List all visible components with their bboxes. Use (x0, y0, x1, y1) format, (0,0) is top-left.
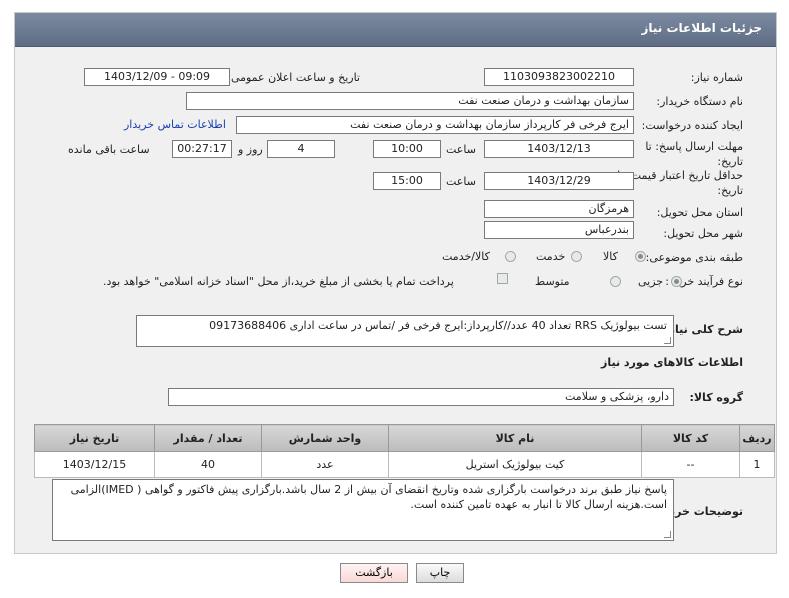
province-label: استان محل تحویل: (656, 206, 743, 219)
province-field: هرمزگان (484, 200, 634, 218)
description-field: تست بیولوژیک RRS تعداد 40 عدد//کارپرداز:… (136, 315, 674, 347)
buyer-notes-field: پاسخ نیاز طبق برند درخواست بارگزاری شده … (52, 479, 674, 541)
reply-deadline-date-field: 1403/12/13 (484, 140, 634, 158)
remaining-time-label: ساعت باقی مانده (68, 143, 150, 156)
category-radio-goods-service[interactable] (505, 251, 516, 262)
buyer-contact-link[interactable]: اطلاعات تماس خریدار (124, 118, 226, 131)
cell-unit: عدد (261, 451, 389, 478)
buyer-org-field: سازمان بهداشت و درمان صنعت نفت (186, 92, 634, 110)
goods-section-title: اطلاعات کالاهای مورد نیاز (601, 356, 743, 369)
price-validity-time-field: 15:00 (373, 172, 441, 190)
city-field: بندرعباس (484, 221, 634, 239)
table-header-row: ردیف کد کالا نام کالا واحد شمارش تعداد /… (34, 424, 775, 452)
cell-code: -- (641, 451, 740, 478)
category-option-service: خدمت (536, 250, 566, 263)
resize-handle[interactable] (664, 531, 671, 538)
col-header-qty: تعداد / مقدار (154, 424, 262, 452)
need-number-field: 1103093823002210 (484, 68, 634, 86)
category-label: طبقه بندی موضوعی: (645, 251, 743, 264)
reply-deadline-time-label: ساعت (446, 143, 476, 156)
process-radio-medium[interactable] (610, 276, 621, 287)
category-option-goods-service: کالا/خدمت (442, 250, 490, 263)
buyer-org-label: نام دستگاه خریدار: (656, 95, 743, 108)
treasury-payment-note: پرداخت تمام یا بخشی از مبلغ خرید،از محل … (103, 275, 454, 288)
requester-field: ایرج فرخی فر کارپرداز سازمان بهداشت و در… (236, 116, 634, 134)
reply-deadline-label: مهلت ارسال پاسخ: تا تاریخ: (645, 140, 743, 168)
col-header-unit: واحد شمارش (261, 424, 389, 452)
page-title: جزئیات اطلاعات نیاز (641, 21, 762, 35)
announce-datetime-field: 1403/12/09 - 09:09 (84, 68, 230, 86)
category-radio-goods[interactable] (635, 251, 646, 262)
col-header-date: تاریخ نیاز (34, 424, 155, 452)
remaining-days-label: روز و (238, 143, 263, 156)
announce-datetime-label: تاریخ و ساعت اعلان عمومی: (227, 71, 360, 84)
resize-handle[interactable] (664, 337, 671, 344)
cell-row: 1 (739, 451, 775, 478)
requester-label: ایجاد کننده درخواست: (641, 119, 743, 132)
treasury-payment-checkbox[interactable] (497, 273, 508, 284)
process-option-medium: متوسط (535, 275, 570, 288)
col-header-row: ردیف (739, 424, 775, 452)
buyer-notes-text: پاسخ نیاز طبق برند درخواست بارگزاری شده … (70, 483, 667, 511)
description-label: شرح کلی نیاز: (664, 323, 743, 336)
process-option-minor: جزیی (638, 275, 664, 288)
col-header-name: نام کالا (388, 424, 642, 452)
print-button[interactable]: چاپ (416, 563, 464, 583)
price-validity-date-field: 1403/12/29 (484, 172, 634, 190)
table-row[interactable]: 1 -- کیت بیولوژیک استریل عدد 40 1403/12/… (34, 451, 775, 478)
cell-name: کیت بیولوژیک استریل (388, 451, 642, 478)
category-radio-service[interactable] (571, 251, 582, 262)
goods-table: ردیف کد کالا نام کالا واحد شمارش تعداد /… (34, 424, 775, 478)
cell-qty: 40 (154, 451, 262, 478)
city-label: شهر محل تحویل: (663, 227, 743, 240)
panel-header: جزئیات اطلاعات نیاز (15, 13, 776, 47)
category-option-goods: کالا (603, 250, 618, 263)
remaining-days-field: 4 (267, 140, 335, 158)
goods-group-field: دارو، پزشکی و سلامت (168, 388, 674, 406)
goods-group-label: گروه کالا: (689, 391, 743, 404)
remaining-time-field: 00:27:17 (172, 140, 232, 158)
price-validity-time-label: ساعت (446, 175, 476, 188)
cell-date: 1403/12/15 (34, 451, 155, 478)
col-header-code: کد کالا (641, 424, 740, 452)
description-text: تست بیولوژیک RRS تعداد 40 عدد//کارپرداز:… (209, 319, 667, 332)
need-number-label: شماره نیاز: (690, 71, 743, 84)
back-button[interactable]: بازگشت (340, 563, 408, 583)
reply-deadline-time-field: 10:00 (373, 140, 441, 158)
process-radio-minor[interactable] (671, 276, 682, 287)
